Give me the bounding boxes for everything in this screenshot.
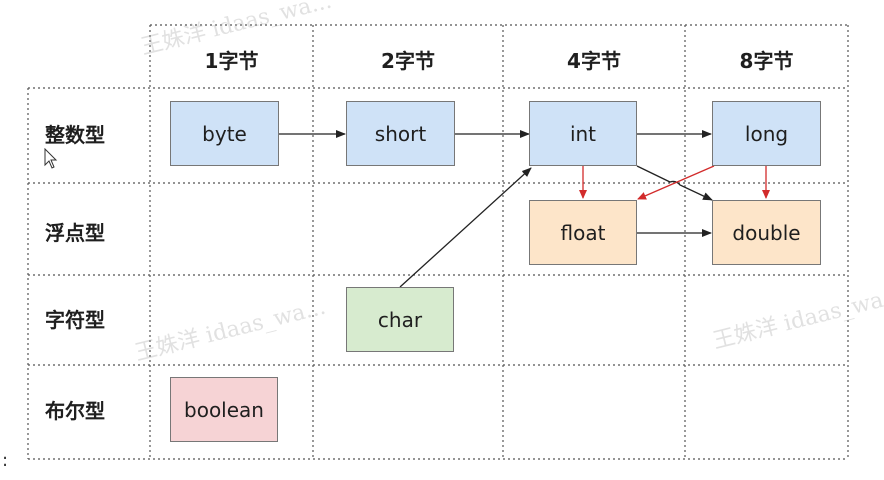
type-box-double: double xyxy=(712,200,821,265)
arrow-long-to-float xyxy=(637,165,715,200)
type-box-int: int xyxy=(529,101,637,166)
mouse-pointer-icon xyxy=(44,148,58,169)
type-box-char: char xyxy=(346,287,454,352)
type-box-byte: byte xyxy=(170,101,279,166)
stray-colon: : xyxy=(2,450,9,471)
type-box-boolean: boolean xyxy=(170,377,278,442)
type-box-float: float xyxy=(529,200,637,265)
type-box-short: short xyxy=(346,101,455,166)
arrow-char-to-int xyxy=(399,167,532,288)
type-box-long: long xyxy=(712,101,821,166)
